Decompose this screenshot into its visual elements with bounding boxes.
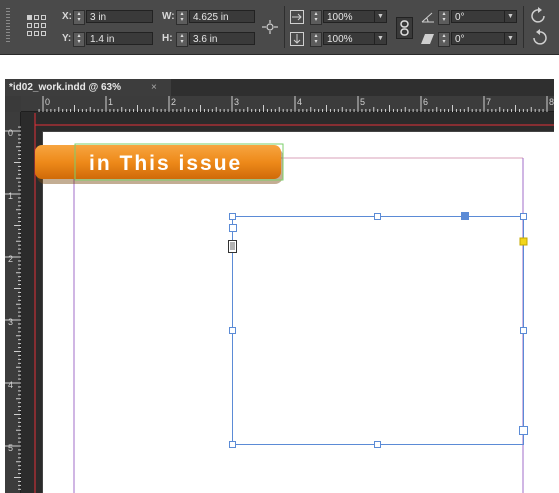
h-ruler-label: 0 (45, 97, 51, 107)
rotation-dropdown[interactable]: ▼ (505, 10, 517, 23)
v-ruler-label: 5 (8, 443, 14, 453)
x-stepper[interactable]: ▴ ▾ (73, 10, 85, 25)
out-port[interactable] (519, 426, 528, 435)
selection-handle[interactable] (229, 441, 236, 448)
scale-x-stepper[interactable]: ▴ ▾ (310, 10, 322, 25)
selection-handle[interactable] (520, 213, 527, 220)
ruler-origin[interactable] (5, 96, 21, 112)
v-ruler-label: 3 (8, 317, 14, 327)
v-ruler-label: 1 (8, 191, 14, 201)
scale-x-dropdown[interactable]: ▼ (375, 10, 387, 23)
x-field[interactable]: 3 in (86, 10, 153, 23)
text-frame-icon (228, 240, 237, 253)
h-label: H: (162, 33, 173, 44)
shear-dropdown[interactable]: ▼ (505, 32, 517, 45)
banner-text[interactable]: in This issue (89, 152, 242, 176)
live-corner-widget[interactable] (519, 237, 528, 246)
h-ruler-label: 5 (360, 97, 366, 107)
selection-handle[interactable] (374, 213, 381, 220)
vertical-ruler[interactable] (5, 112, 21, 493)
rotate-90-cw-icon[interactable] (530, 7, 548, 25)
in-port[interactable] (229, 224, 237, 232)
chain-link-icon (400, 20, 409, 36)
h-field[interactable]: 3.6 in (189, 32, 255, 45)
h-ruler-label: 7 (486, 97, 492, 107)
document-tab[interactable]: *id02_work.indd @ 63% (5, 79, 171, 96)
selection-handle[interactable] (374, 441, 381, 448)
y-field[interactable]: 1.4 in (86, 32, 153, 45)
selection-handle[interactable] (229, 213, 236, 220)
scale-y-stepper[interactable]: ▴ ▾ (310, 32, 322, 47)
separator (523, 6, 524, 48)
scale-x-field[interactable]: 100% (323, 10, 375, 23)
rotation-angle-icon (421, 12, 434, 23)
reference-point-icon[interactable] (26, 13, 48, 39)
w-field[interactable]: 4.625 in (189, 10, 255, 23)
constrain-proportions-icon[interactable] (261, 19, 279, 35)
control-panel: X: ▴ ▾ 3 in Y: ▴ ▾ 1.4 in W: ▴ ▾ 4.625 in H… (0, 0, 559, 55)
h-ruler-label: 2 (171, 97, 177, 107)
selected-frame[interactable] (226, 210, 532, 450)
w-stepper[interactable]: ▴ ▾ (176, 10, 188, 25)
selection-handle[interactable] (229, 327, 236, 334)
rotation-field[interactable]: 0° (451, 10, 505, 23)
h-ruler-label: 3 (234, 97, 240, 107)
scale-y-dropdown[interactable]: ▼ (375, 32, 387, 45)
horizontal-ruler[interactable] (21, 96, 554, 112)
shear-field[interactable]: 0° (451, 32, 505, 45)
separator (284, 6, 285, 48)
v-ruler-label: 0 (8, 128, 14, 138)
y-stepper[interactable]: ▴ ▾ (73, 32, 85, 47)
h-ruler-label: 8 (549, 97, 555, 107)
shear-stepper[interactable]: ▴ ▾ (438, 32, 450, 47)
rotation-stepper[interactable]: ▴ ▾ (438, 10, 450, 25)
v-ruler-label: 2 (8, 254, 14, 264)
constrain-scale-button[interactable] (396, 17, 413, 39)
h-ruler-label: 6 (423, 97, 429, 107)
y-label: Y: (62, 33, 72, 44)
h-ruler-label: 1 (108, 97, 114, 107)
scale-y-field[interactable]: 100% (323, 32, 375, 45)
scale-y-icon (290, 32, 304, 46)
panel-grip[interactable] (6, 8, 10, 44)
w-label: W: (162, 11, 175, 22)
shear-angle-icon (421, 34, 434, 44)
close-tab-icon[interactable]: × (151, 79, 157, 96)
selection-handle[interactable] (520, 327, 527, 334)
h-ruler-label: 4 (297, 97, 303, 107)
x-label: X: (62, 11, 72, 22)
v-ruler-label: 4 (8, 380, 14, 390)
h-stepper[interactable]: ▴ ▾ (176, 32, 188, 47)
content-grabber[interactable] (461, 212, 469, 220)
scale-x-icon (290, 10, 304, 24)
rotate-90-ccw-icon[interactable] (530, 29, 548, 47)
